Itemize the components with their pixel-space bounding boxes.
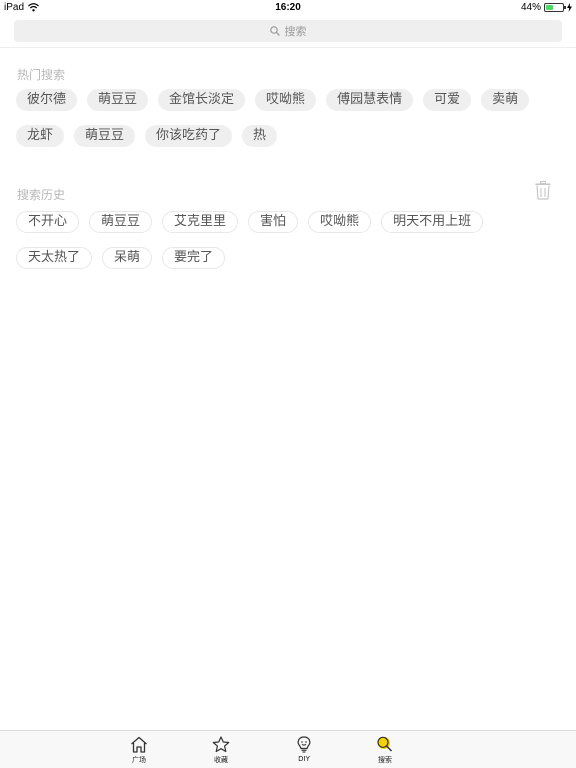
home-icon — [131, 736, 147, 753]
hot-search-tag[interactable]: 萌豆豆 — [87, 89, 149, 111]
search-input[interactable]: 搜索 — [14, 20, 562, 42]
tab-label: 搜索 — [378, 756, 392, 764]
tab-search[interactable]: 搜索 — [365, 736, 405, 765]
history-tag[interactable]: 天太热了 — [16, 247, 93, 269]
battery-percent: 44% — [520, 2, 541, 13]
tab-bar: 广场 收藏 DIY 搜索 — [0, 730, 576, 768]
history-tag[interactable]: 呆萌 — [102, 247, 153, 269]
history-tag[interactable]: 明天不用上班 — [381, 211, 484, 233]
status-time: 16:20 — [275, 2, 301, 13]
battery-fill — [546, 5, 554, 10]
history-tag[interactable]: 艾克里里 — [162, 211, 239, 233]
hot-search-tags: 彼尔德 萌豆豆 金馆长淡定 哎呦熊 傅园慧表情 可爱 卖萌 龙虾 萌豆豆 你该吃药了热 — [16, 89, 546, 147]
tab-diy[interactable]: DIY — [284, 736, 324, 763]
hot-search-tag[interactable]: 傅园慧表情 — [326, 89, 414, 111]
search-icon — [269, 26, 280, 36]
hot-search-tag[interactable]: 哎呦熊 — [255, 89, 317, 111]
tab-favorites[interactable]: 收藏 — [201, 736, 241, 765]
hot-search-tag[interactable]: 萌豆豆 — [74, 125, 136, 147]
charging-icon — [567, 3, 572, 12]
hot-search-tag[interactable]: 你该吃药了 — [145, 125, 233, 147]
tab-label: DIY — [298, 755, 310, 763]
hot-search-tag[interactable]: 可爱 — [423, 89, 472, 111]
search-history-title: 搜索历史 — [17, 188, 66, 202]
hot-search-title: 热门搜索 — [17, 68, 66, 82]
hot-search-tag[interactable]: 龙虾 — [16, 125, 65, 147]
history-tag[interactable]: 哎呦熊 — [308, 211, 372, 233]
trash-icon[interactable] — [535, 181, 551, 200]
search-history-tags: 不开心 萌豆豆 艾克里里 害怕 哎呦熊 明天不用上班天太热了 呆萌 要完了 — [16, 211, 546, 269]
status-right: 44% — [521, 2, 572, 13]
hot-search-tag[interactable]: 热 — [242, 125, 278, 147]
lightbulb-face-icon — [297, 736, 311, 753]
hot-search-tag[interactable]: 金馆长淡定 — [158, 89, 246, 111]
hot-search-tag[interactable]: 卖萌 — [481, 89, 530, 111]
status-bar: iPad 16:20 44% — [0, 0, 576, 16]
search-header: 搜索 — [0, 16, 576, 48]
history-tag[interactable]: 萌豆豆 — [89, 211, 153, 233]
tab-label: 广场 — [132, 756, 146, 764]
tab-plaza[interactable]: 广场 — [119, 736, 159, 765]
search-placeholder: 搜索 — [284, 25, 307, 38]
hot-search-tag[interactable]: 彼尔德 — [16, 89, 78, 111]
search-icon — [377, 736, 393, 752]
tab-label: 收藏 — [214, 756, 228, 764]
history-tag[interactable]: 要完了 — [162, 247, 226, 269]
history-tag[interactable]: 不开心 — [16, 211, 80, 233]
battery-icon — [544, 3, 566, 12]
star-icon — [212, 736, 230, 753]
history-tag[interactable]: 害怕 — [248, 211, 299, 233]
